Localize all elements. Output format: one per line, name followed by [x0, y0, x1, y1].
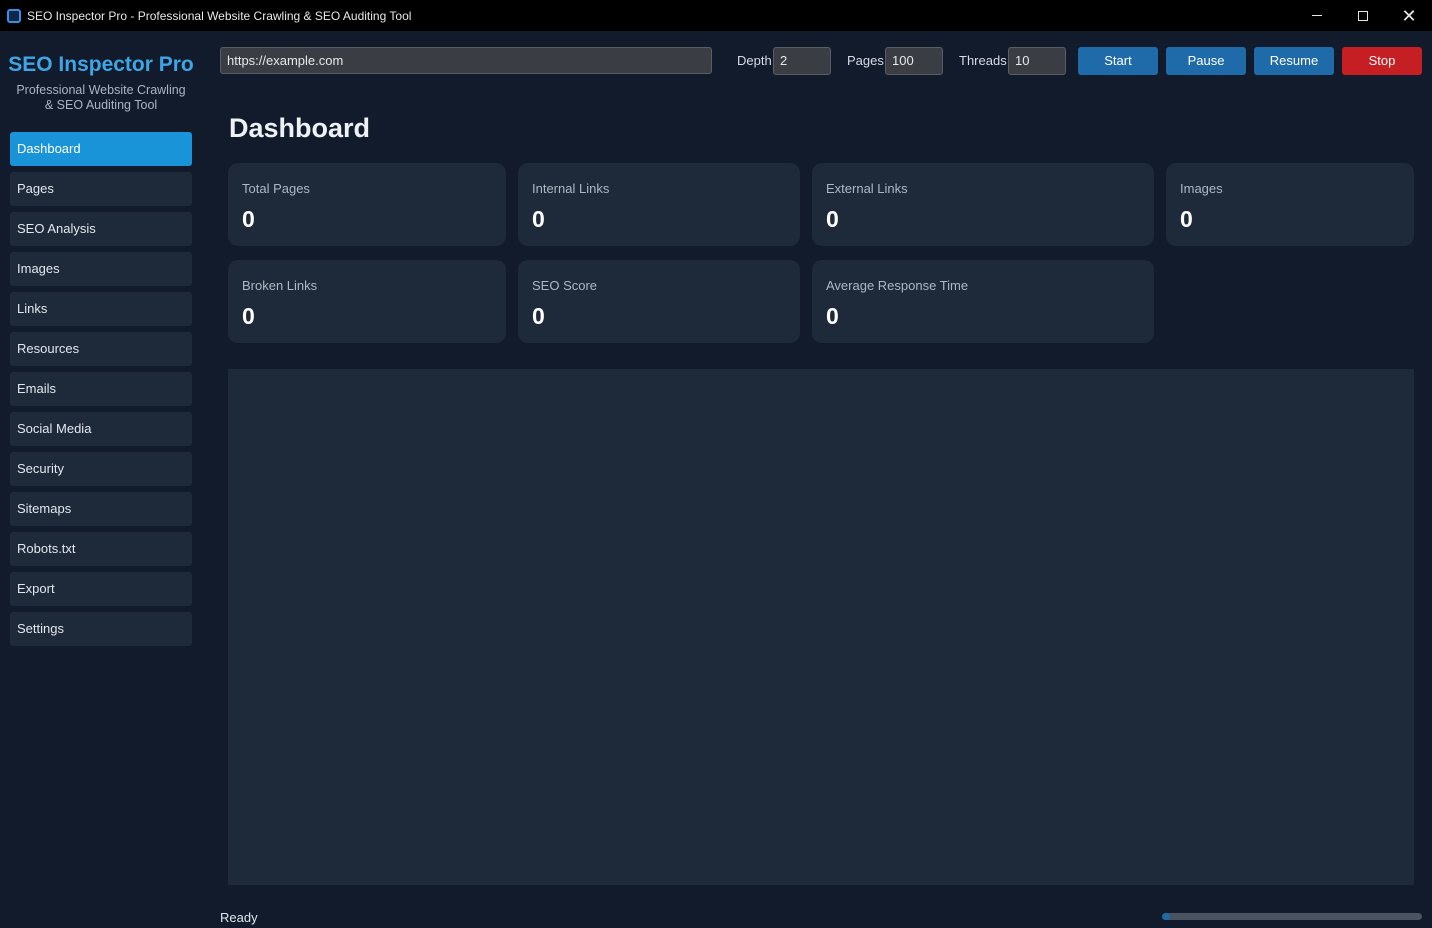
sidebar-item-pages[interactable]: Pages: [10, 172, 192, 206]
threads-label: Threads: [959, 53, 1007, 68]
sidebar-item-social-media[interactable]: Social Media: [10, 412, 192, 446]
dashboard-panel: [228, 369, 1414, 885]
minimize-button[interactable]: [1294, 0, 1340, 31]
sidebar-item-links[interactable]: Links: [10, 292, 192, 326]
sidebar-item-resources[interactable]: Resources: [10, 332, 192, 366]
sidebar-item-settings[interactable]: Settings: [10, 612, 192, 646]
progress-bar: [1162, 913, 1422, 920]
url-input[interactable]: https://example.com: [220, 47, 712, 74]
sidebar: SEO Inspector Pro Professional Website C…: [0, 31, 202, 928]
stat-card-total-pages: Total Pages 0: [228, 163, 506, 246]
status-text: Ready: [220, 910, 258, 925]
stat-label: Internal Links: [532, 181, 610, 196]
page-title: Dashboard: [229, 113, 371, 143]
app-icon: [7, 8, 21, 23]
sidebar-item-emails[interactable]: Emails: [10, 372, 192, 406]
close-button[interactable]: ✕: [1386, 0, 1432, 31]
stat-card-average-response-time: Average Response Time 0: [812, 260, 1154, 343]
sidebar-item-export[interactable]: Export: [10, 572, 192, 606]
stat-card-external-links: External Links 0: [812, 163, 1154, 246]
stat-value: 0: [826, 303, 839, 329]
stat-value: 0: [1180, 206, 1193, 232]
window-controls: ✕: [1294, 0, 1432, 31]
maximize-button[interactable]: [1340, 0, 1386, 31]
start-button[interactable]: Start: [1078, 47, 1158, 75]
stat-value: 0: [826, 206, 839, 232]
pages-label: Pages: [847, 53, 884, 68]
threads-field[interactable]: 10: [1008, 47, 1066, 75]
sidebar-item-seo-analysis[interactable]: SEO Analysis: [10, 212, 192, 246]
sidebar-nav: Dashboard Pages SEO Analysis Images Link…: [10, 132, 192, 652]
stop-button[interactable]: Stop: [1342, 47, 1422, 75]
stat-value: 0: [532, 206, 545, 232]
title-bar: SEO Inspector Pro - Professional Website…: [0, 0, 1432, 31]
pause-button[interactable]: Pause: [1166, 47, 1246, 75]
sidebar-item-sitemaps[interactable]: Sitemaps: [10, 492, 192, 526]
tagline-line-1: Professional Website Crawling: [16, 83, 186, 97]
sidebar-item-images[interactable]: Images: [10, 252, 192, 286]
pages-field[interactable]: 100: [885, 47, 943, 75]
sidebar-item-dashboard[interactable]: Dashboard: [10, 132, 192, 166]
brand-title: SEO Inspector Pro: [8, 53, 194, 76]
resume-button[interactable]: Resume: [1254, 47, 1334, 75]
stat-card-seo-score: SEO Score 0: [518, 260, 800, 343]
brand-tagline: Professional Website Crawling & SEO Audi…: [8, 83, 194, 113]
stat-value: 0: [242, 303, 255, 329]
sidebar-item-robots-txt[interactable]: Robots.txt: [10, 532, 192, 566]
stat-card-images: Images 0: [1166, 163, 1414, 246]
stat-label: Images: [1180, 181, 1223, 196]
stat-label: External Links: [826, 181, 908, 196]
stat-value: 0: [242, 206, 255, 232]
stat-label: Broken Links: [242, 278, 318, 293]
stat-label: Average Response Time: [826, 278, 969, 293]
minimize-icon: [1312, 15, 1322, 16]
maximize-icon: [1358, 10, 1368, 21]
depth-field[interactable]: 2: [773, 47, 831, 75]
stat-card-broken-links: Broken Links 0: [228, 260, 506, 343]
stat-value: 0: [532, 303, 545, 329]
sidebar-item-security[interactable]: Security: [10, 452, 192, 486]
progress-fill: [1162, 913, 1170, 920]
stat-label: SEO Score: [532, 278, 598, 293]
stat-label: Total Pages: [242, 181, 310, 196]
depth-label: Depth: [737, 53, 772, 68]
stat-card-internal-links: Internal Links 0: [518, 163, 800, 246]
window-title: SEO Inspector Pro - Professional Website…: [27, 8, 412, 23]
tagline-line-2: & SEO Auditing Tool: [44, 98, 158, 112]
close-icon: ✕: [1401, 5, 1417, 26]
